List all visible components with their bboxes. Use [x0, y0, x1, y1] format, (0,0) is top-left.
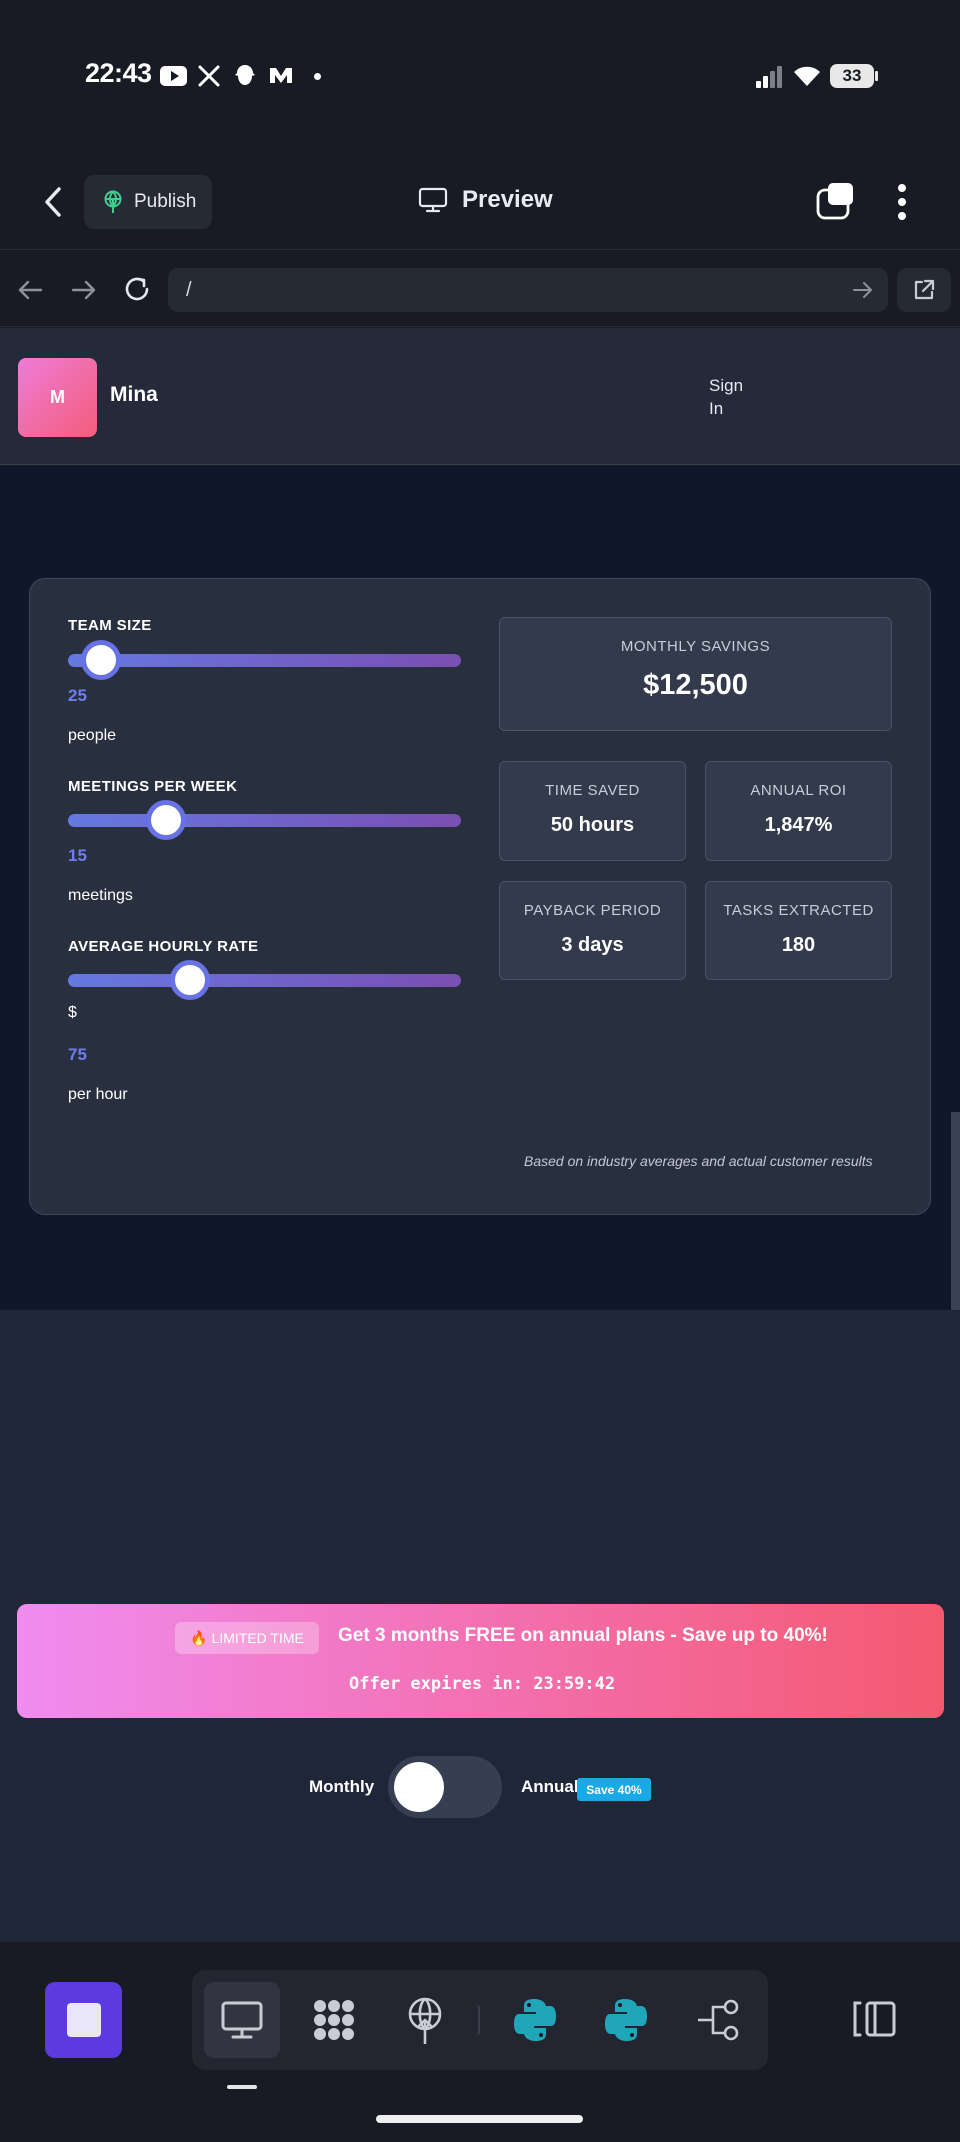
- active-tool-indicator: [227, 2085, 257, 2089]
- publish-button[interactable]: Publish: [84, 175, 212, 229]
- home-indicator[interactable]: [376, 2115, 583, 2123]
- hourly-rate-slider[interactable]: [68, 974, 461, 987]
- offer-countdown: Offer expires in: 23:59:42: [349, 1674, 616, 1694]
- time-saved-label: TIME SAVED: [545, 782, 640, 799]
- time-saved-box: TIME SAVED 50 hours: [499, 761, 686, 861]
- payback-period-label: PAYBACK PERIOD: [523, 902, 662, 919]
- team-size-unit: people: [68, 727, 117, 744]
- python-icon: [605, 1999, 647, 2041]
- stop-icon: [66, 2003, 101, 2037]
- flow-icon: [698, 1999, 739, 2041]
- team-size-value: 25: [68, 686, 87, 705]
- hourly-rate-label: AVERAGE HOURLY RATE: [68, 938, 259, 955]
- billing-annual-label[interactable]: Annual: [521, 1777, 579, 1797]
- external-link-icon: [914, 279, 935, 300]
- billing-monthly-label[interactable]: Monthly: [309, 1777, 374, 1797]
- monitor-icon: [418, 187, 448, 213]
- more-menu-icon[interactable]: [894, 183, 910, 221]
- x-icon: [198, 65, 220, 87]
- meetings-unit: meetings: [68, 887, 133, 904]
- monthly-savings-box: MONTHLY SAVINGS $12,500: [499, 617, 892, 731]
- nav-back-icon[interactable]: [16, 278, 44, 302]
- dot-icon: [314, 73, 321, 80]
- annual-roi-box: ANNUAL ROI 1,847%: [705, 761, 892, 861]
- time-saved-value: 50 hours: [550, 814, 635, 836]
- brand-logo[interactable]: M: [18, 358, 97, 437]
- tabs-icon[interactable]: [815, 183, 855, 221]
- team-size-slider[interactable]: [68, 654, 461, 667]
- preview-label: Preview: [462, 186, 553, 213]
- components-tool[interactable]: [296, 1982, 372, 2058]
- hourly-rate-unit: per hour: [68, 1086, 128, 1103]
- toolbar-divider: [478, 2006, 480, 2034]
- deploy-tool[interactable]: [387, 1982, 463, 2058]
- wifi-icon: [794, 66, 820, 86]
- sign-in-link[interactable]: Sign In: [709, 374, 757, 420]
- tasks-extracted-box: TASKS EXTRACTED 180: [705, 881, 892, 980]
- flow-tool[interactable]: [680, 1982, 756, 2058]
- monthly-savings-value: $12,500: [643, 669, 748, 701]
- back-chevron-icon[interactable]: [42, 186, 64, 218]
- calculator-disclaimer: Based on industry averages and actual cu…: [524, 1153, 873, 1169]
- bird-icon: [235, 65, 255, 85]
- promo-headline: Get 3 months FREE on annual plans - Save…: [338, 1625, 828, 1646]
- meetings-label: MEETINGS PER WEEK: [68, 778, 238, 795]
- meetings-value: 15: [68, 846, 87, 865]
- monthly-savings-label: MONTHLY SAVINGS: [620, 638, 771, 655]
- fire-icon: 🔥: [190, 1629, 208, 1646]
- brand-name[interactable]: Mina: [110, 383, 158, 407]
- logo-letter: M: [50, 387, 65, 407]
- billing-toggle-knob[interactable]: [394, 1762, 444, 1812]
- python-tool-1[interactable]: [497, 1982, 573, 2058]
- python-icon: [514, 1999, 556, 2041]
- battery-icon: 33: [830, 64, 874, 88]
- payback-period-value: 3 days: [561, 934, 624, 956]
- url-text: /: [186, 278, 192, 301]
- meetings-slider[interactable]: [68, 814, 461, 827]
- open-external-button[interactable]: [897, 268, 951, 312]
- promo-banner: [17, 1604, 944, 1718]
- preview-title: Preview: [418, 186, 553, 214]
- m-icon: [270, 68, 292, 83]
- nav-forward-icon[interactable]: [70, 278, 98, 302]
- layout-panel-icon[interactable]: [852, 1999, 898, 2039]
- deploy-icon: [408, 1997, 442, 2044]
- annual-roi-label: ANNUAL ROI: [750, 782, 847, 799]
- go-arrow-icon[interactable]: [852, 281, 874, 299]
- status-time: 22:43: [85, 58, 152, 88]
- stop-button[interactable]: [45, 1982, 122, 2058]
- tasks-extracted-value: 180: [781, 934, 816, 956]
- battery-cap: [875, 71, 878, 81]
- hourly-rate-value: 75: [68, 1045, 87, 1064]
- publish-icon: [104, 190, 122, 213]
- youtube-icon: [160, 66, 187, 86]
- save-badge: Save 40%: [577, 1778, 651, 1801]
- team-size-label: TEAM SIZE: [68, 617, 152, 634]
- grid-icon: [314, 2000, 354, 2040]
- python-tool-2[interactable]: [588, 1982, 664, 2058]
- limited-time-badge: 🔥 LIMITED TIME: [175, 1622, 319, 1654]
- publish-label: Publish: [134, 191, 197, 212]
- desktop-tool[interactable]: [204, 1982, 280, 2058]
- url-input[interactable]: /: [168, 268, 888, 312]
- hourly-rate-thumb[interactable]: [169, 960, 210, 1000]
- reload-icon[interactable]: [122, 274, 152, 304]
- hourly-rate-prefix: $: [68, 1004, 77, 1021]
- meetings-thumb[interactable]: [146, 800, 187, 840]
- desktop-icon: [221, 2001, 263, 2039]
- signal-icon: [756, 66, 782, 88]
- payback-period-box: PAYBACK PERIOD 3 days: [499, 881, 686, 980]
- limited-time-label: LIMITED TIME: [211, 1630, 304, 1646]
- tasks-extracted-label: TASKS EXTRACTED: [723, 902, 874, 919]
- annual-roi-value: 1,847%: [764, 814, 833, 836]
